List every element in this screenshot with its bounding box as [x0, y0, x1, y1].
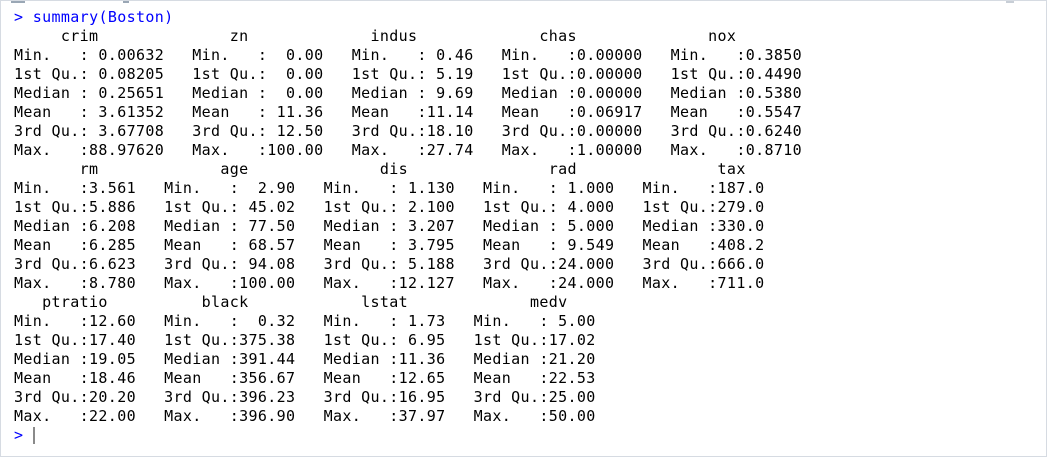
output-line: Mean :6.285 Mean : 68.57 Mean : 3.795 Me… — [14, 236, 784, 254]
text-cursor — [33, 427, 35, 444]
output-line: ptratio black lstat medv — [14, 293, 624, 311]
output-line: 3rd Qu.: 3.67708 3rd Qu.: 12.50 3rd Qu.:… — [14, 122, 821, 140]
output-line: crim zn indus chas nox — [14, 27, 802, 45]
output-line: Min. :3.561 Min. : 2.90 Min. : 1.130 Min… — [14, 179, 784, 197]
output-line: rm age dis rad tax — [14, 160, 812, 178]
output-line: Min. : 0.00632 Min. : 0.00 Min. : 0.46 M… — [14, 46, 821, 64]
output-line: 3rd Qu.:20.20 3rd Qu.:396.23 3rd Qu.:16.… — [14, 388, 615, 406]
input-line[interactable]: > — [14, 426, 23, 445]
output-line: 3rd Qu.:6.623 3rd Qu.: 94.08 3rd Qu.: 5.… — [14, 255, 784, 273]
output-line: Min. :12.60 Min. : 0.32 Min. : 1.73 Min.… — [14, 312, 615, 330]
output-line: 1st Qu.:5.886 1st Qu.: 45.02 1st Qu.: 2.… — [14, 198, 784, 216]
output-line: Mean :18.46 Mean :356.67 Mean :12.65 Mea… — [14, 369, 615, 387]
output-line: Median :6.208 Median : 77.50 Median : 3.… — [14, 217, 784, 235]
output-line: 1st Qu.: 0.08205 1st Qu.: 0.00 1st Qu.: … — [14, 65, 821, 83]
command-text: summary(Boston) — [32, 8, 174, 26]
top-edge-mark — [123, 1, 129, 3]
output-line: Max. :22.00 Max. :396.90 Max. :37.97 Max… — [14, 407, 615, 425]
console-prompt: > — [14, 8, 24, 26]
output-line: 1st Qu.:17.40 1st Qu.:375.38 1st Qu.: 6.… — [14, 331, 615, 349]
input-prompt: > — [14, 426, 24, 444]
output-line: Mean : 3.61352 Mean : 11.36 Mean :11.14 … — [14, 103, 821, 121]
top-edge-mark — [11, 1, 25, 3]
top-edge — [1, 1, 1046, 6]
output-line: Median :19.05 Median :391.44 Median :11.… — [14, 350, 615, 368]
r-console[interactable]: > summary(Boston) crim zn indus chas nox… — [0, 0, 1047, 457]
output-line: Max. :88.97620 Max. :100.00 Max. :27.74 … — [14, 141, 821, 159]
command-line: > summary(Boston) — [14, 8, 174, 27]
output-line: Median : 0.25651 Median : 0.00 Median : … — [14, 84, 821, 102]
top-edge-mark — [1006, 1, 1014, 3]
output-line: Max. :8.780 Max. :100.00 Max. :12.127 Ma… — [14, 274, 784, 292]
